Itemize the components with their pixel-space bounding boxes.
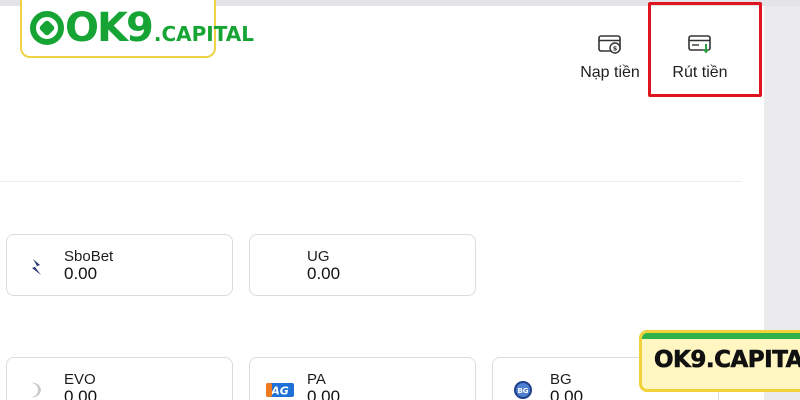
- wallet-name: PA: [307, 371, 326, 388]
- evo-logo-icon: [31, 382, 41, 398]
- bg-logo-icon: BG: [514, 381, 532, 399]
- wallet-card-ug[interactable]: UG 0.00: [249, 234, 476, 296]
- svg-text:AG: AG: [270, 385, 289, 398]
- watermark-text: OK9.CAPITAL: [654, 347, 800, 374]
- wallet-balance: 0.00: [307, 387, 341, 400]
- wallet-balance: 0.00: [64, 387, 98, 400]
- deposit-label: Nạp tiền: [580, 64, 640, 81]
- wallet-balance: 0.00: [307, 264, 341, 283]
- wallet-name: EVO: [64, 371, 96, 388]
- svg-text:$: $: [613, 44, 618, 52]
- football-icon: [30, 11, 64, 45]
- wallet-name: SboBet: [64, 248, 114, 265]
- deposit-wallet-icon: $: [598, 35, 621, 54]
- logo-letters: OK9: [65, 5, 154, 51]
- svg-text:BG: BG: [517, 387, 528, 395]
- ag-logo-icon: AG: [266, 383, 294, 398]
- watermark-badge: OK9.CAPITAL: [639, 330, 800, 392]
- logo-suffix: .CAPITAL: [153, 22, 255, 46]
- sbobet-logo-icon: [32, 259, 41, 275]
- deposit-button[interactable]: $ Nạp tiền: [572, 34, 648, 82]
- wallet-card-pa[interactable]: AG PA 0.00: [249, 357, 476, 400]
- logo-mark: OK9: [30, 5, 154, 51]
- brand-logo: OK9 .CAPITAL: [20, 0, 254, 58]
- wallet-name: UG: [307, 248, 330, 265]
- withdraw-highlight-box: [648, 2, 762, 97]
- wallet-name: BG: [550, 371, 572, 388]
- section-divider: [0, 181, 742, 182]
- wallet-card-evo[interactable]: EVO 0.00: [6, 357, 233, 400]
- wallet-card-sbobet[interactable]: SboBet 0.00: [6, 234, 233, 296]
- wallet-balance: 0.00: [64, 264, 98, 283]
- wallet-balance: 0.00: [550, 387, 584, 400]
